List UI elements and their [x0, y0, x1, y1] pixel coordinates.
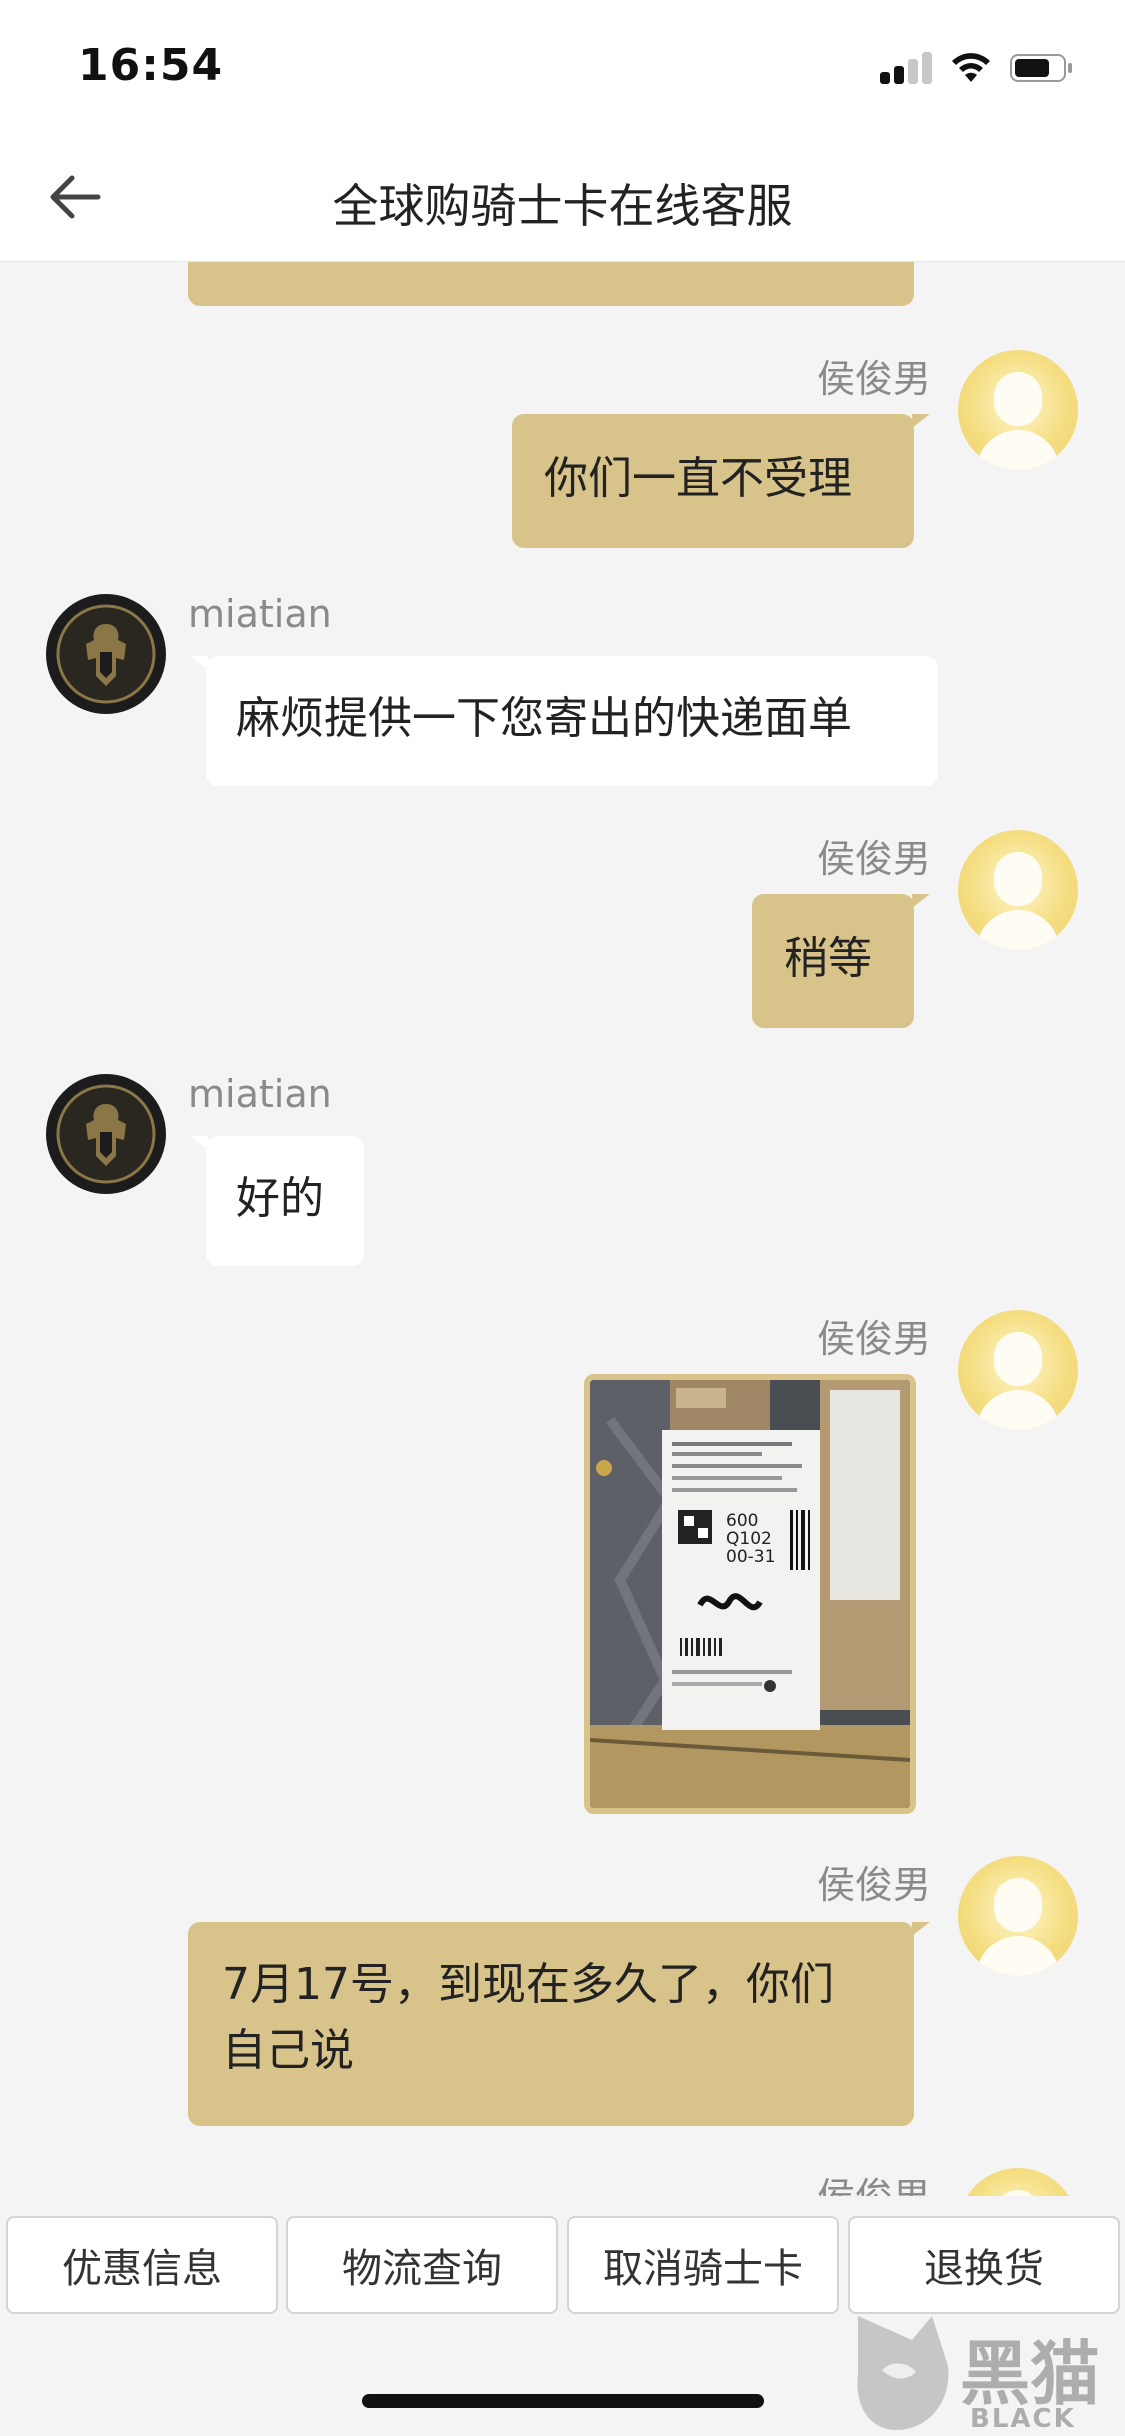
package-photo-image: 600 Q102 00-31	[590, 1380, 910, 1808]
knight-emblem-icon	[56, 604, 156, 704]
battery-icon	[1010, 54, 1072, 82]
quick-reply-cancel-card[interactable]: 取消骑士卡	[567, 2216, 839, 2314]
user-avatar[interactable]	[958, 350, 1078, 470]
message-bubble-outgoing[interactable]: 稍等	[752, 894, 930, 1028]
sender-name: 侯俊男	[816, 357, 931, 401]
user-avatar[interactable]	[958, 830, 1078, 950]
message-text-line-1: 7月17号，到现在多久了，你们	[222, 1959, 834, 2010]
cellular-signal-icon	[880, 52, 934, 84]
user-avatar[interactable]	[958, 2168, 1078, 2196]
label-code-line-1: 600	[726, 1511, 758, 1531]
message-text: 好的	[236, 1173, 324, 1224]
page-title: 全球购骑士卡在线客服	[332, 179, 793, 233]
agent-avatar[interactable]	[46, 594, 166, 714]
message-text: 麻烦提供一下您寄出的快递面单	[236, 693, 852, 744]
quick-reply-returns[interactable]: 退换货	[848, 2216, 1120, 2314]
status-bar: 16:54	[0, 0, 1125, 132]
knight-emblem-icon	[56, 1084, 156, 1184]
quick-reply-promotions[interactable]: 优惠信息	[6, 2216, 278, 2314]
sender-name: 侯俊男	[816, 1863, 931, 1907]
message-bubble-outgoing[interactable]: 7月17号，到现在多久了，你们 自己说	[188, 1922, 930, 2126]
message-text: 你们一直不受理	[544, 453, 852, 504]
agent-avatar[interactable]	[46, 1074, 166, 1194]
status-time: 16:54	[78, 40, 224, 91]
sender-name: 侯俊男	[816, 1317, 931, 1361]
sender-name: miatian	[188, 1072, 332, 1116]
quick-reply-logistics[interactable]: 物流查询	[286, 2216, 558, 2314]
sender-name: miatian	[188, 592, 332, 636]
chat-message-list[interactable]: 侯俊男 你们一直不受理 miatian 麻烦提供一下您寄出的快递面单 侯俊男 稍…	[0, 262, 1125, 2196]
chat-screen: 16:54 全球购骑士卡在线客服 侯俊男 你们一直不受理 miatian 麻烦提…	[0, 0, 1125, 2436]
sender-name: 侯俊男	[817, 2166, 931, 2196]
message-bubble-incoming[interactable]: 好的	[190, 1136, 364, 1266]
label-code-line-2: Q102	[726, 1529, 772, 1549]
label-code-line-3: 00-31	[726, 1547, 775, 1567]
message-text: 稍等	[784, 933, 872, 984]
home-indicator[interactable]	[362, 2394, 764, 2408]
shipping-label-photo[interactable]: 600 Q102 00-31	[584, 1374, 916, 1814]
user-avatar[interactable]	[958, 1310, 1078, 1430]
sender-name: 侯俊男	[816, 837, 931, 881]
navigation-bar: 全球购骑士卡在线客服	[0, 132, 1125, 262]
message-bubble-incoming[interactable]: 麻烦提供一下您寄出的快递面单	[190, 656, 938, 786]
wifi-icon	[952, 53, 990, 82]
message-text-line-2: 自己说	[222, 2025, 354, 2076]
watermark-subtitle: BLACK CAT	[970, 2404, 1076, 2436]
user-avatar[interactable]	[958, 1856, 1078, 1976]
message-bubble-outgoing[interactable]: 你们一直不受理	[512, 414, 930, 548]
message-bubble-outgoing[interactable]	[188, 262, 914, 306]
